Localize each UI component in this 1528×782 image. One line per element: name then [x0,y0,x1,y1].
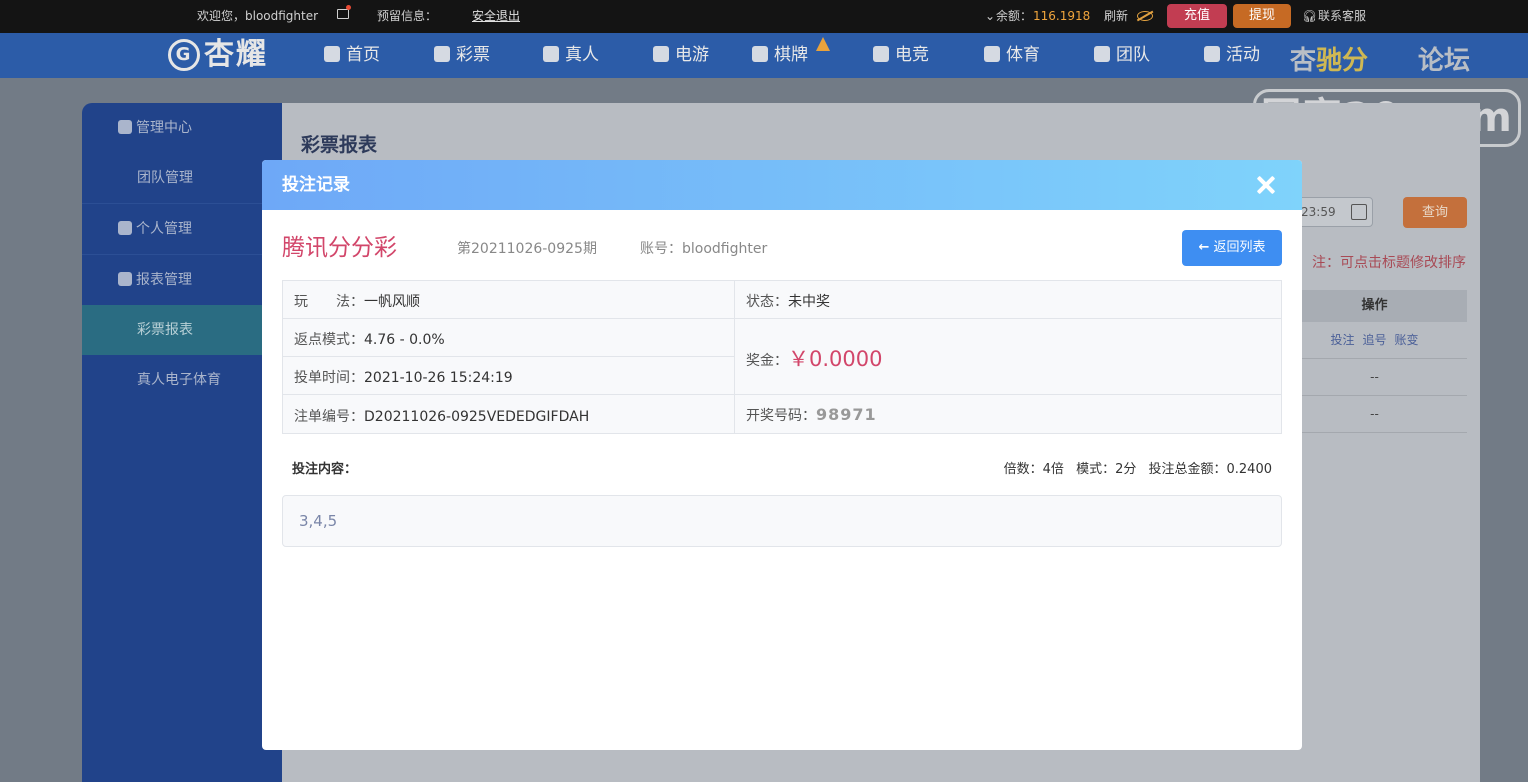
withdraw-button[interactable]: 提现 [1233,4,1291,28]
nav-home[interactable]: 首页 [324,33,380,78]
team-icon [1094,46,1110,62]
logo-emblem-icon: G [168,39,200,71]
report-table: 操作 投注 追号 账变 -- -- [1282,290,1467,433]
page-title: 彩票报表 [301,134,378,156]
welcome-text: 欢迎您，bloodfighter [197,9,319,23]
bet-record-modal: 投注记录 腾讯分分彩 第20211026-0925期 账号：bloodfight… [262,160,1302,750]
bet-total: 投注总金额：0.2400 [1148,462,1273,477]
team-icon [118,120,132,134]
close-icon[interactable] [1256,175,1276,195]
modal-header: 投注记录 [262,160,1302,210]
sidebar-item-personal-manage[interactable]: 个人管理 [82,204,282,254]
bet-multiple: 倍数：4倍 [1003,462,1064,477]
dealer-icon [543,46,559,62]
back-to-list-button[interactable]: ← 返回列表 [1182,230,1282,266]
refresh-link[interactable]: 刷新 [1104,0,1128,33]
modal-title: 投注记录 [282,175,350,195]
chase-link[interactable]: 追号 [1362,333,1386,347]
sidebar: 管理中心 团队管理 个人管理 报表管理 彩票报表 真人电子体育 [82,103,282,782]
home-icon [324,46,340,62]
top-bar: 欢迎您，bloodfighter 预留信息： 安全退出 ⌄ 余额： 116.19… [0,0,1528,33]
recharge-button[interactable]: 充值 [1167,4,1227,28]
eye-hidden-icon[interactable] [1137,11,1153,21]
bet-content-label: 投注内容： [292,462,358,477]
mail-icon[interactable] [337,5,351,19]
rebate-mode: 返点模式：4.76 - 0.0% [294,332,445,348]
bet-status: 状态：未中奖 [746,294,830,310]
arrow-left-icon: ← [1198,240,1210,255]
sidebar-item-lottery-report[interactable]: 彩票报表 [82,305,282,355]
bet-link[interactable]: 投注 [1330,333,1354,347]
issue-number: 第20211026-0925期 [457,241,597,257]
site-logo[interactable]: G 杏耀 [168,35,268,75]
card-icon [752,46,768,62]
watermark-title: 杏驰分 论坛 [1290,46,1471,76]
table-row: -- [1282,396,1467,433]
account-change-link[interactable]: 账变 [1395,333,1419,347]
balance-label: 余额： [996,9,1033,23]
bet-detail-table: 玩 法：一帆风顺 状态：未中奖 返点模式：4.76 - 0.0% 奖金：￥0.0… [282,280,1282,434]
query-button[interactable]: 查询 [1403,197,1467,228]
nav-team[interactable]: 团队 [1094,33,1150,78]
nav-sports[interactable]: 体育 [984,33,1040,78]
order-number: 注单编号：D20211026-0925VEDEDGIFDAH [294,409,590,425]
sidebar-item-manage-center[interactable]: 管理中心 [82,103,282,153]
sort-note: 注：可点击标题修改排序 [1312,255,1466,271]
diamond-icon [434,46,450,62]
column-header-action[interactable]: 操作 [1282,290,1467,322]
nav-cards[interactable]: 棋牌 [752,33,808,78]
nav-egames[interactable]: 电游 [653,33,709,78]
trophy-icon [984,46,1000,62]
end-date-input[interactable]: 23:59 [1296,197,1373,227]
chevron-down-icon[interactable]: ⌄ [985,0,995,33]
sidebar-item-live-report[interactable]: 真人电子体育 [82,355,282,405]
draw-number: 开奖号码：98971 [746,405,877,424]
balance-value: 116.1918 [1033,9,1091,23]
party-hat-icon [816,37,830,51]
lottery-name: 腾讯分分彩 [282,235,397,261]
headset-icon: 🎧︎ [1302,9,1318,23]
divider [283,356,734,357]
bet-mode: 模式：2分 [1076,462,1137,477]
reserved-info-label: 预留信息： [377,9,438,23]
logout-link[interactable]: 安全退出 [472,0,520,33]
customer-service-link[interactable]: 联系客服 [1318,0,1366,33]
sidebar-item-team-manage[interactable]: 团队管理 [82,153,282,203]
bet-summary: 倍数：4倍 模式：2分 投注总金额：0.2400 [996,458,1272,477]
nav-esports[interactable]: 电竞 [873,33,929,78]
bet-time: 投单时间：2021-10-26 15:24:19 [294,370,513,386]
document-icon [118,272,132,286]
prize-amount: 奖金：￥0.0000 [746,347,883,371]
table-row: 投注 追号 账变 [1282,322,1467,359]
nav-live[interactable]: 真人 [543,33,599,78]
account-info: 账号：bloodfighter [640,241,768,257]
gamepad-icon [873,46,889,62]
gift-icon [1204,46,1220,62]
sidebar-item-report-manage[interactable]: 报表管理 [82,255,282,305]
slot-machine-icon [653,46,669,62]
divider [283,394,1281,395]
divider [283,318,1281,319]
calendar-icon[interactable] [1351,204,1367,220]
user-icon [118,221,132,235]
play-method: 玩 法：一帆风顺 [294,294,420,310]
nav-lottery[interactable]: 彩票 [434,33,490,78]
table-row: -- [1282,359,1467,396]
nav-activity[interactable]: 活动 [1204,33,1260,78]
bet-content: 3,4,5 [282,495,1282,547]
